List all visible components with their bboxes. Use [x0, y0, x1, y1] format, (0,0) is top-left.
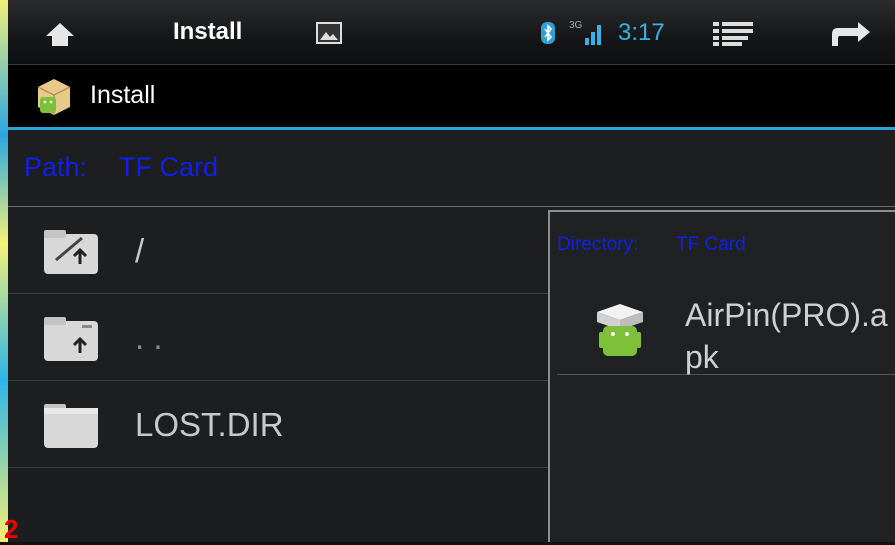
menu-icon[interactable]: [713, 22, 753, 46]
status-title: Install: [173, 18, 243, 45]
directory-label: Directory:: [557, 234, 639, 255]
screen: Install 3G 3:17 Install Path: TF Card / …: [8, 0, 895, 542]
app-bar: Install: [8, 65, 895, 130]
android-package-icon: [597, 304, 643, 356]
directory-value: TF Card: [676, 234, 746, 255]
app-title: Install: [90, 81, 156, 109]
folder-up-icon: [44, 317, 98, 361]
path-value: TF Card: [119, 152, 219, 182]
folder-up-icon: [44, 230, 98, 274]
directory-panel: Directory: TF Card AirPin(PRO).apk: [548, 210, 895, 542]
android-package-icon: [37, 79, 71, 115]
status-bar: Install 3G 3:17: [8, 0, 895, 65]
apk-file-name: AirPin(PRO).apk: [685, 297, 888, 375]
signal-icon: 3G: [569, 20, 601, 45]
status-time: 3:17: [618, 19, 665, 46]
list-item-label: LOST.DIR: [135, 406, 284, 443]
folder-icon: [44, 404, 98, 448]
list-item-label: /: [135, 232, 145, 269]
home-icon[interactable]: [44, 20, 76, 48]
gallery-icon[interactable]: [316, 22, 342, 44]
back-icon[interactable]: [826, 20, 872, 48]
list-item-label: . .: [135, 319, 163, 356]
network-type: 3G: [569, 20, 583, 31]
corner-number: 2: [4, 514, 19, 544]
bluetooth-icon: [541, 22, 555, 44]
path-label: Path:: [24, 152, 88, 182]
wallpaper-strip: [0, 0, 8, 542]
apk-file-item[interactable]: AirPin(PRO).apk: [557, 284, 895, 375]
path-bar: Path: TF Card: [8, 130, 895, 207]
